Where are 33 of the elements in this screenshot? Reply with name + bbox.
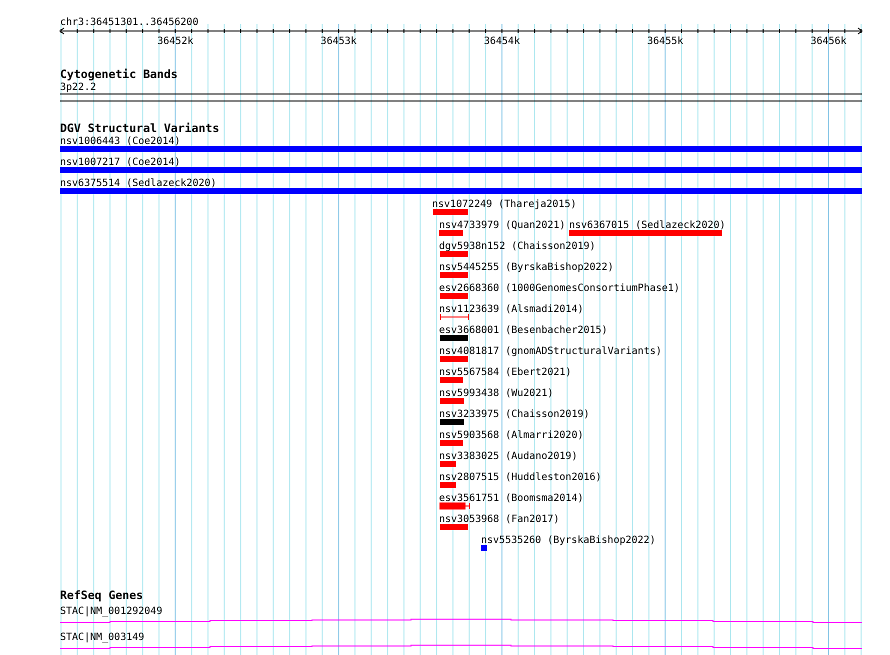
variant-label: nsv5535260 (ByrskaBishop2022) [481,535,656,546]
variant-label: nsv1072249 (Thareja2015) [432,199,576,210]
variant-label: esv3561751 (Boomsma2014) [439,493,584,504]
variant-label: esv3668001 (Besenbacher2015) [439,325,608,336]
variant-label: nsv6367015 (Sedlazeck2020) [569,220,726,231]
variant-label: nsv5993438 (Wu2021) [439,388,554,399]
variant-label: nsv1007217 (Coe2014) [60,157,180,168]
transcript-label: STAC|NM_001292049 [60,606,162,617]
ruler-tick-label: 36454k [484,36,520,47]
variant-label: nsv6375514 (Sedlazeck2020) [60,178,217,189]
variant-label: nsv5903568 (Almarri2020) [439,430,584,441]
variant-label: nsv3383025 (Audano2019) [439,451,578,462]
variant-label: nsv3053968 (Fan2017) [439,514,560,525]
variant-label: nsv4081817 (gnomADStructuralVariants) [439,346,662,357]
track-title: RefSeq Genes [60,588,144,602]
variant-label: nsv2807515 (Huddleston2016) [439,472,602,483]
track-title: DGV Structural Variants [60,121,220,135]
ruler-tick-label: 36453k [320,36,357,47]
transcript-label: STAC|NM_003149 [60,632,144,643]
ruler-tick-label: 36452k [157,36,194,47]
ruler-tick-label: 36456k [810,36,847,47]
location-label: chr3:36451301..36456200 [60,17,198,28]
band-label: 3p22.2 [60,82,96,93]
ruler-tick-label: 36455k [647,36,684,47]
variant-label: esv2668360 (1000GenomesConsortiumPhase1) [439,283,680,294]
variant-label: nsv1006443 (Coe2014) [60,136,180,147]
variant-label: nsv4733979 (Quan2021) [439,220,566,231]
variant-label: nsv3233975 (Chaisson2019) [439,409,590,420]
variant-label: nsv5567584 (Ebert2021) [439,367,572,378]
variant-label: dgv5938n152 (Chaisson2019) [439,241,596,252]
track-title: Cytogenetic Bands [60,67,178,81]
variant-label: nsv5445255 (ByrskaBishop2022) [439,262,614,273]
variant-label: nsv1123639 (Alsmadi2014) [439,304,584,315]
